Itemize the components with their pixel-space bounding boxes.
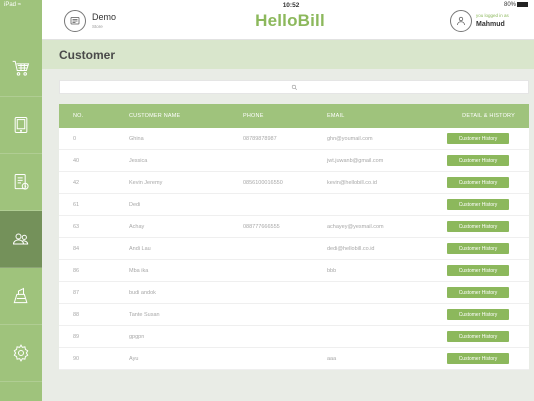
- cell-name: budi andok: [129, 289, 156, 296]
- search-input[interactable]: [60, 81, 528, 93]
- customer-history-button[interactable]: Customer History: [447, 353, 509, 364]
- battery-icon: [517, 2, 528, 7]
- cell-no: 89: [73, 333, 80, 340]
- cell-name: Tante Susan: [129, 311, 160, 318]
- cell-name: Andi Lau: [129, 245, 151, 252]
- table-header: NO. CUSTOMER NAME PHONE EMAIL DETAIL & H…: [59, 104, 529, 128]
- table-row[interactable]: 40 Jessica jwt.juwanb@gmail.com Customer…: [59, 150, 529, 172]
- logged-in-label: you logged in as: [476, 13, 509, 18]
- cell-phone: 08789878987: [243, 135, 277, 142]
- cell-name: gpgpn: [129, 333, 145, 340]
- page-title: Customer: [59, 48, 116, 62]
- customer-history-button[interactable]: Customer History: [447, 265, 509, 276]
- cell-no: 90: [73, 355, 80, 362]
- user-name: Mahmud: [476, 21, 505, 28]
- cell-email: aaa: [327, 355, 337, 362]
- customer-history-button[interactable]: Customer History: [447, 133, 509, 144]
- sidebar-item-settings[interactable]: [0, 325, 42, 382]
- table-row[interactable]: 84 Andi Lau dedi@hellobill.co.id Custome…: [59, 238, 529, 260]
- header-no: NO.: [73, 113, 84, 119]
- cell-email: jwt.juwanb@gmail.com: [327, 157, 384, 164]
- cell-name: Kevin Jeremy: [129, 179, 163, 186]
- table-row[interactable]: 87 budi andok Customer History: [59, 282, 529, 304]
- header-name: CUSTOMER NAME: [129, 113, 181, 119]
- header-phone: PHONE: [243, 113, 264, 119]
- status-battery: 80%: [504, 2, 528, 8]
- customer-history-button[interactable]: Customer History: [447, 177, 509, 188]
- customer-history-button[interactable]: Customer History: [447, 243, 509, 254]
- cell-name: Ghina: [129, 135, 144, 142]
- cell-no: 87: [73, 289, 80, 296]
- sidebar-item-delivery[interactable]: [0, 268, 42, 325]
- customer-history-button[interactable]: Customer History: [447, 199, 509, 210]
- cell-no: 0: [73, 135, 77, 142]
- delivery-icon: [13, 287, 28, 304]
- header-email: EMAIL: [327, 113, 345, 119]
- store-name: Demo: [92, 12, 117, 22]
- sidebar-item-transactions[interactable]: [0, 154, 42, 211]
- sidebar: iPad ≈: [0, 0, 42, 401]
- status-time: 10:52: [282, 2, 300, 9]
- customer-history-button[interactable]: Customer History: [447, 287, 509, 298]
- customer-history-button[interactable]: Customer History: [447, 221, 509, 232]
- tablet-icon: [14, 117, 28, 133]
- cell-no: 88: [73, 311, 80, 318]
- customer-history-button[interactable]: Customer History: [447, 331, 509, 342]
- cell-name: Dedi: [129, 201, 141, 208]
- customer-history-button[interactable]: Customer History: [447, 309, 509, 320]
- cell-name: Ayu: [129, 355, 139, 362]
- customer-table: NO. CUSTOMER NAME PHONE EMAIL DETAIL & H…: [59, 104, 529, 370]
- cell-name: Mba ika: [129, 267, 149, 274]
- sidebar-item-order[interactable]: [0, 40, 42, 97]
- settings-icon: [13, 344, 29, 362]
- customers-icon: [12, 233, 29, 245]
- store-icon[interactable]: [64, 10, 86, 32]
- receipt-icon: [14, 174, 29, 190]
- wifi-icon: ≈: [17, 2, 21, 8]
- status-device: iPad ≈: [4, 2, 21, 8]
- customer-history-button[interactable]: Customer History: [447, 155, 509, 166]
- header-history: DETAIL & HISTORY: [462, 113, 515, 119]
- user-avatar[interactable]: [450, 10, 472, 32]
- brand-logo: HelloBill: [255, 11, 325, 30]
- cell-email: bbb: [327, 267, 337, 274]
- table-row[interactable]: 86 Mba ika bbb Customer History: [59, 260, 529, 282]
- table-row[interactable]: 90 Ayu aaa Customer History: [59, 348, 529, 370]
- table-row[interactable]: 63 Achay 088777666555 achayey@yesmail.co…: [59, 216, 529, 238]
- cell-phone: 0856100016550: [243, 179, 283, 186]
- search-bar[interactable]: [59, 80, 529, 94]
- cell-no: 84: [73, 245, 80, 252]
- cell-no: 61: [73, 201, 80, 208]
- cell-name: Achay: [129, 223, 145, 230]
- cell-name: Jessica: [129, 157, 148, 164]
- table-row[interactable]: 42 Kevin Jeremy 0856100016550 kevin@hell…: [59, 172, 529, 194]
- table-row[interactable]: 89 gpgpn Customer History: [59, 326, 529, 348]
- cell-phone: 088777666555: [243, 223, 280, 230]
- cell-email: kevin@hellobill.co.id: [327, 179, 377, 186]
- store-subtitle: Store: [92, 24, 103, 29]
- cell-no: 40: [73, 157, 80, 164]
- top-header: Demo Store 10:52 HelloBill 80% you logge…: [42, 0, 534, 40]
- sidebar-item-customer[interactable]: [0, 211, 42, 268]
- cart-icon: [12, 60, 30, 76]
- cell-no: 42: [73, 179, 80, 186]
- cell-email: achayey@yesmail.com: [327, 223, 384, 230]
- cell-email: dedi@hellobill.co.id: [327, 245, 375, 252]
- table-row[interactable]: 0 Ghina 08789878987 ghn@youmail.com Cust…: [59, 128, 529, 150]
- sidebar-item-tablet[interactable]: [0, 97, 42, 154]
- cell-no: 86: [73, 267, 80, 274]
- table-row[interactable]: 88 Tante Susan Customer History: [59, 304, 529, 326]
- table-row[interactable]: 61 Dedi Customer History: [59, 194, 529, 216]
- page-title-bar: Customer: [42, 40, 534, 69]
- cell-no: 63: [73, 223, 80, 230]
- cell-email: ghn@youmail.com: [327, 135, 373, 142]
